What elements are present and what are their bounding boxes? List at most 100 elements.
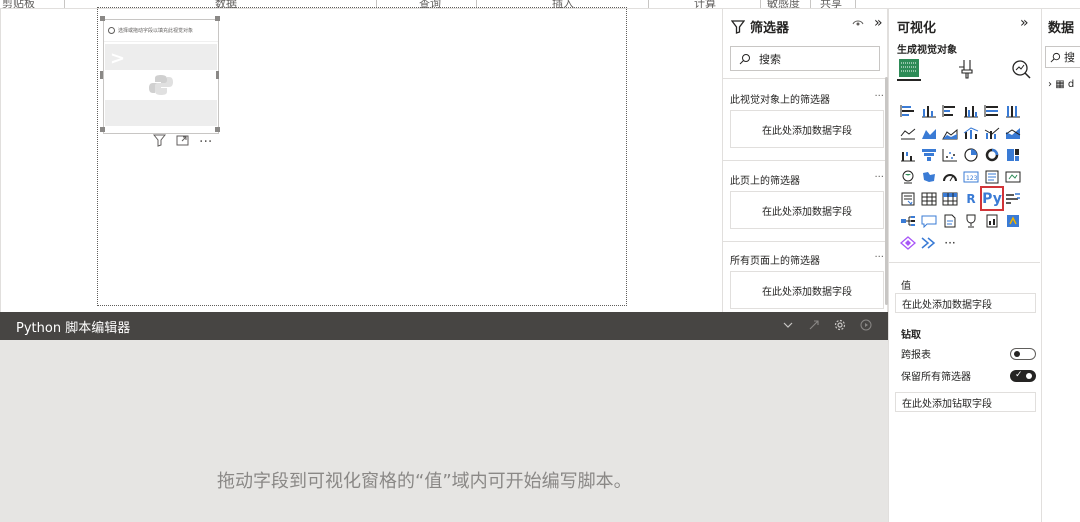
table-icon[interactable]: [920, 189, 938, 208]
ribbon-group-calculate[interactable]: 计算: [694, 0, 716, 8]
filters-all-pages-label: 所有页面上的筛选器 ···: [730, 252, 884, 267]
placeholder-band: [105, 100, 217, 126]
card-icon[interactable]: 123: [962, 167, 980, 186]
qa-icon[interactable]: [920, 211, 938, 230]
100-bar-chart-icon[interactable]: [983, 101, 1001, 120]
resize-handle[interactable]: [100, 71, 103, 79]
collapse-pane-icon[interactable]: »: [874, 15, 883, 31]
cross-report-toggle[interactable]: [1010, 347, 1036, 360]
key-influencers-icon[interactable]: [1004, 189, 1022, 208]
resize-handle[interactable]: [100, 127, 105, 132]
more-options-icon[interactable]: ···: [874, 91, 884, 106]
treemap-icon[interactable]: [1004, 145, 1022, 164]
power-automate-icon[interactable]: [899, 233, 917, 252]
smart-narrative-icon[interactable]: [941, 211, 959, 230]
scatter-chart-icon[interactable]: [941, 145, 959, 164]
open-external-icon[interactable]: [808, 319, 820, 334]
resize-handle[interactable]: [100, 16, 105, 21]
build-visual-label: 生成视觉对象: [897, 45, 957, 56]
r-visual-icon[interactable]: R: [962, 189, 980, 208]
power-automate-flow-icon[interactable]: [920, 233, 938, 252]
chevron-down-icon[interactable]: [782, 319, 794, 334]
decomposition-tree-icon[interactable]: [899, 211, 917, 230]
table-icon: ▦: [1055, 79, 1065, 90]
resize-handle[interactable]: [215, 16, 220, 21]
eye-icon[interactable]: [852, 17, 864, 31]
funnel-chart-icon[interactable]: [920, 145, 938, 164]
filters-search-input[interactable]: 搜索: [730, 46, 880, 71]
python-editor-body[interactable]: 拖动字段到可视化窗格的“值”域内可开始编写脚本。: [0, 340, 888, 522]
keep-filters-toggle[interactable]: ✓: [1010, 369, 1036, 382]
drillthrough-dropzone[interactable]: 在此处添加钻取字段: [895, 392, 1036, 412]
ribbon-group-clipboard[interactable]: 剪贴板: [2, 0, 35, 8]
slicer-icon[interactable]: [899, 189, 917, 208]
visualizations-pane: 可视化 » 生成视觉对象 123 R Py ··· 值 在此处添加数据字段 钻取…: [888, 9, 1041, 522]
filters-page-label: 此页上的筛选器 ···: [730, 172, 884, 187]
line-stacked-column-icon[interactable]: [962, 123, 980, 142]
cross-report-label: 跨报表: [901, 350, 931, 361]
resize-handle[interactable]: [215, 127, 220, 132]
paint-brush-icon: [959, 60, 973, 79]
pie-chart-icon[interactable]: [962, 145, 980, 164]
chevron-right-icon: ›: [1048, 79, 1052, 90]
focus-mode-icon[interactable]: [176, 134, 189, 150]
line-clustered-column-icon[interactable]: [983, 123, 1001, 142]
ribbon-chart-icon[interactable]: [1004, 123, 1022, 142]
data-title: 数据: [1048, 21, 1075, 36]
clustered-bar-chart-icon[interactable]: [941, 101, 959, 120]
visual-header: 选择或拖动字段以填充此视觉对象: [104, 20, 218, 42]
power-apps-icon[interactable]: [1004, 211, 1022, 230]
run-script-icon[interactable]: [860, 319, 872, 334]
cross-report-row: 跨报表: [901, 346, 1036, 361]
more-options-icon[interactable]: ···: [874, 252, 884, 267]
stacked-bar-chart-icon[interactable]: [899, 101, 917, 120]
filters-visual-label: 此视觉对象上的筛选器 ···: [730, 91, 884, 106]
matrix-icon[interactable]: [941, 189, 959, 208]
stacked-column-chart-icon[interactable]: [920, 101, 938, 120]
python-editor-header: Python 脚本编辑器: [0, 312, 888, 340]
more-options-icon[interactable]: ···: [874, 172, 884, 187]
waterfall-chart-icon[interactable]: [899, 145, 917, 164]
paginated-report-icon[interactable]: [983, 211, 1001, 230]
collapse-pane-icon[interactable]: »: [1020, 15, 1029, 31]
values-dropzone[interactable]: 在此处添加数据字段: [895, 293, 1036, 313]
donut-chart-icon[interactable]: [983, 145, 1001, 164]
python-visual-icon[interactable]: Py: [980, 186, 1004, 211]
chevron-right-icon: >: [110, 48, 126, 69]
build-visual-tab[interactable]: [897, 57, 921, 81]
100-column-chart-icon[interactable]: [1004, 101, 1022, 120]
filled-map-icon[interactable]: [920, 167, 938, 186]
clustered-column-chart-icon[interactable]: [962, 101, 980, 120]
map-icon[interactable]: [899, 167, 917, 186]
filters-page-dropzone[interactable]: 在此处添加数据字段: [730, 191, 884, 229]
filters-visual-dropzone[interactable]: 在此处添加数据字段: [730, 110, 884, 148]
area-chart-icon[interactable]: [920, 123, 938, 142]
ribbon-group-share[interactable]: 共享: [820, 0, 842, 8]
python-visual[interactable]: 选择或拖动字段以填充此视觉对象 >: [103, 19, 219, 134]
visual-toolbar: ···: [152, 134, 212, 150]
python-editor-title: Python 脚本编辑器: [16, 320, 131, 336]
gauge-icon[interactable]: [941, 167, 959, 186]
stacked-area-chart-icon[interactable]: [941, 123, 959, 142]
multi-row-card-icon[interactable]: [983, 167, 1001, 186]
analytics-tab[interactable]: [1009, 57, 1033, 81]
python-logo-icon: [149, 75, 173, 95]
report-canvas[interactable]: 选择或拖动字段以填充此视觉对象 > ···: [0, 7, 722, 312]
format-visual-tab[interactable]: [955, 57, 979, 81]
filters-all-pages-dropzone[interactable]: 在此处添加数据字段: [730, 271, 884, 309]
visual-hint: 选择或拖动字段以填充此视觉对象: [118, 28, 194, 34]
values-label: 值: [901, 281, 911, 292]
python-editor-hint: 拖动字段到可视化窗格的“值”域内可开始编写脚本。: [217, 471, 632, 492]
more-visuals-icon[interactable]: ···: [941, 233, 959, 252]
filter-icon[interactable]: [152, 134, 167, 150]
build-visual-icon: [899, 59, 919, 77]
ribbon-group-sensitivity[interactable]: 敏感度: [767, 0, 800, 8]
line-chart-icon[interactable]: [899, 123, 917, 142]
more-options-icon[interactable]: ···: [199, 134, 212, 150]
kpi-icon[interactable]: [1004, 167, 1022, 186]
data-tree-item[interactable]: › ▦ d: [1048, 79, 1074, 90]
resize-handle[interactable]: [216, 71, 219, 79]
data-search-input[interactable]: 搜: [1045, 46, 1080, 68]
goals-trophy-icon[interactable]: [962, 211, 980, 230]
gear-icon[interactable]: [834, 319, 846, 334]
